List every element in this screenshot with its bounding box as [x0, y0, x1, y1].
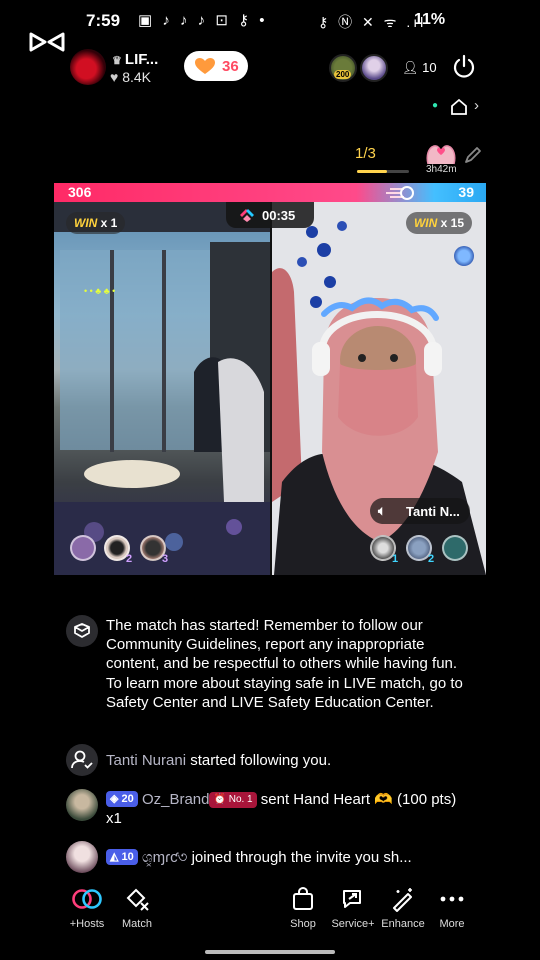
host-name[interactable]: ♛ LIF... [112, 51, 158, 68]
match-page-bar [357, 170, 409, 173]
person-icon: 👤︎ [402, 60, 423, 75]
system-message-icon [66, 615, 98, 647]
left-supporter-2-rank: 2 [126, 553, 133, 565]
speaker-icon: 🔈︎ [378, 503, 386, 518]
heart-small-icon: ♥ [110, 69, 123, 85]
system-status-icons: ⚷ Ⓝ ✕ ᯤ .ıl [318, 14, 427, 30]
home-shortcut[interactable]: ● › [430, 96, 490, 120]
magic-wand-icon [393, 888, 412, 912]
crown-icon: ♛ [112, 55, 125, 67]
score-spark-icon [386, 186, 414, 200]
bottom-toolbar: +Hosts Match Shop Service+ Enhance More [0, 882, 540, 934]
system-message: The match has started! Remember to follo… [106, 617, 463, 711]
top-viewer-badge: 200 [334, 70, 352, 79]
top-gifter-badge: ⏰ No. 1 [209, 792, 257, 808]
host-video-feed[interactable]: • • ♣ ♣ • [54, 202, 270, 575]
online-dot-icon: ● [432, 100, 439, 111]
opponent-name-chip[interactable]: 🔈︎ Tanti N... [370, 498, 470, 524]
hand-heart-icon[interactable] [424, 140, 458, 166]
left-win-streak-badge: WIN x 1 [66, 212, 126, 234]
heart-count: 36 [222, 58, 239, 75]
host-likes: ♥ 8.4K [110, 69, 152, 85]
left-supporter-3-rank: 3 [162, 553, 169, 565]
host-avatar[interactable] [70, 49, 106, 85]
status-time: 7:59 [86, 11, 121, 30]
notification-icons: ▣ ♪ ♪ ♪ ⊡ ⚷ • [138, 12, 268, 29]
living-room-scene-image: • • ♣ ♣ • [54, 202, 270, 575]
battery-level: 11% [414, 11, 446, 28]
more-button[interactable]: More [422, 882, 482, 930]
status-bar: 7:59 ▣ ♪ ♪ ♪ ⊡ ⚷ • ⚷ Ⓝ ✕ ᯤ .ıl 11% [0, 0, 540, 42]
pk-battle-panel: 306 39 • • ♣ ♣ • WIN x 1 WIN x 15 00:35 … [54, 183, 486, 575]
right-supporter-3-avatar[interactable] [442, 535, 468, 561]
joiner-avatar[interactable] [66, 841, 98, 873]
more-dots-icon [440, 896, 464, 902]
joiner-level-badge: ◭ 10 [106, 849, 138, 865]
match-countdown: 00:35 [262, 208, 296, 223]
viewer-count[interactable]: 👤︎ 10 [402, 60, 437, 76]
capcut-logo-icon [29, 32, 65, 52]
opponent-name: Tanti N... [406, 504, 460, 519]
gesture-home-bar[interactable] [205, 950, 335, 954]
right-supporter-2-rank: 2 [428, 553, 435, 565]
follow-event-icon [66, 744, 98, 776]
match-page-indicator: 1/3 [355, 145, 376, 162]
match-timer: 00:35 [226, 202, 314, 228]
match-close-icon [126, 888, 149, 911]
right-score: 39 [458, 184, 474, 200]
left-supporter-1-avatar[interactable] [70, 535, 96, 561]
pk-score-bar: 306 39 [54, 183, 486, 202]
chevron-right-icon: › [474, 97, 479, 114]
power-icon[interactable] [451, 54, 477, 80]
follow-heart-button[interactable]: 36 [184, 51, 248, 81]
gifter-avatar[interactable] [66, 789, 98, 821]
svg-text:• • ♣ ♣ •: • • ♣ ♣ • [84, 286, 115, 296]
match-button[interactable]: Match [107, 882, 167, 930]
follower-name[interactable]: Tanti Nurani [106, 752, 186, 769]
globe-icon[interactable] [454, 246, 474, 266]
join-message: ◭ 10 ශ͓ɱɾƈ৩ joined through the invite yo… [106, 848, 486, 867]
joiner-name[interactable]: ශ͓ɱɾƈ৩ [142, 849, 187, 866]
match-icon [240, 209, 254, 222]
pencil-icon[interactable] [462, 144, 484, 166]
service-share-icon [343, 890, 361, 908]
person-check-icon [71, 750, 93, 769]
second-viewer-avatar[interactable] [360, 54, 388, 82]
hosts-link-icon [72, 889, 102, 909]
gift-message: ◈ 20 Oz_Brand ⏰ No. 1 sent Hand Heart 🫶 (… [106, 791, 457, 828]
gifter-level-badge: ◈ 20 [106, 791, 138, 807]
left-score: 306 [68, 184, 92, 200]
follow-message: Tanti Nurani started following you. [106, 752, 332, 769]
heart-icon [195, 58, 215, 74]
gift-timer: 3h42m [426, 164, 457, 175]
right-supporter-1-rank: 1 [392, 553, 399, 565]
right-win-streak-badge: WIN x 15 [405, 212, 472, 234]
home-icon [451, 98, 467, 115]
gifter-name[interactable]: Oz_Brand [142, 791, 210, 808]
match-swords-icon [74, 623, 90, 638]
shopping-bag-icon [293, 886, 313, 910]
